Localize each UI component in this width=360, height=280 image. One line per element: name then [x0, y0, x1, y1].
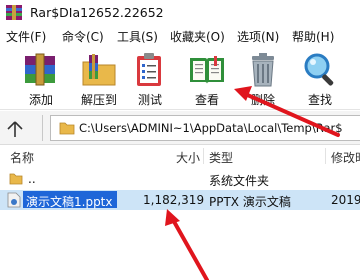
file-row-selected[interactable]: 演示文稿1.pptx 1,182,319 PPTX 演示文稿 2019	[0, 190, 360, 210]
find-magnifier-icon	[304, 53, 334, 86]
address-separator	[42, 115, 43, 141]
toolbar: 添加 解压到 测试 查看 删除 查找	[0, 46, 360, 110]
file-list-header: 名称 大小 类型 修改时	[0, 146, 360, 166]
file-modified: 2019	[331, 193, 360, 207]
menu-options[interactable]: 选项(N)	[237, 28, 279, 45]
file-type: 系统文件夹	[209, 174, 270, 188]
column-type-header[interactable]: 类型	[209, 149, 233, 166]
trash-icon	[252, 53, 274, 87]
menu-command[interactable]: 命令(C)	[62, 28, 104, 45]
view-button[interactable]: 查看	[182, 48, 232, 108]
winrar-app-icon[interactable]	[5, 4, 23, 21]
file-type: PPTX 演示文稿	[209, 195, 291, 209]
menu-favorites[interactable]: 收藏夹(O)	[170, 28, 225, 45]
title-bar: Rar$DIa12652.22652	[0, 0, 360, 26]
find-button-label: 查找	[307, 93, 332, 107]
extract-to-button[interactable]: 解压到	[74, 48, 124, 108]
file-name: ..	[28, 172, 36, 186]
column-modified-header[interactable]: 修改时	[331, 149, 360, 166]
view-button-label: 查看	[194, 93, 219, 107]
file-name: 演示文稿1.pptx	[26, 195, 113, 209]
path-field[interactable]: C:\Users\ADMINI~1\AppData\Local\Temp\Rar…	[50, 115, 360, 141]
test-button[interactable]: 测试	[125, 48, 175, 108]
folder-icon	[59, 122, 75, 135]
up-one-level-icon[interactable]	[5, 120, 25, 138]
parent-folder-icon	[9, 173, 23, 185]
arrow-to-selected-file	[165, 209, 209, 280]
pptx-file-icon	[7, 192, 21, 208]
find-button[interactable]: 查找	[295, 48, 345, 108]
path-text: C:\Users\ADMINI~1\AppData\Local\Temp\Rar…	[79, 121, 343, 135]
delete-button-label: 删除	[250, 93, 275, 107]
test-clipboard-icon	[137, 53, 161, 86]
test-button-label: 测试	[137, 93, 162, 107]
menu-bar: 文件(F) 命令(C) 工具(S) 收藏夹(O) 选项(N) 帮助(H)	[0, 26, 360, 46]
file-row-parent[interactable]: .. 系统文件夹	[0, 169, 360, 189]
view-book-icon	[190, 56, 224, 84]
column-divider[interactable]	[203, 148, 204, 164]
add-button-label: 添加	[28, 93, 53, 107]
menu-file[interactable]: 文件(F)	[6, 28, 46, 45]
add-archive-icon	[25, 53, 55, 86]
column-size-header[interactable]: 大小	[176, 149, 200, 166]
extract-to-button-label: 解压到	[80, 93, 117, 107]
column-name-header[interactable]: 名称	[10, 149, 34, 166]
column-divider[interactable]	[325, 148, 326, 164]
menu-tools[interactable]: 工具(S)	[117, 28, 158, 45]
address-bar: C:\Users\ADMINI~1\AppData\Local\Temp\Rar…	[0, 111, 360, 145]
file-size: 1,182,319	[143, 193, 205, 207]
add-button[interactable]: 添加	[16, 48, 66, 108]
delete-button[interactable]: 删除	[238, 48, 288, 108]
window-title: Rar$DIa12652.22652	[30, 5, 164, 20]
extract-folder-icon	[82, 54, 116, 86]
menu-help[interactable]: 帮助(H)	[292, 28, 334, 45]
